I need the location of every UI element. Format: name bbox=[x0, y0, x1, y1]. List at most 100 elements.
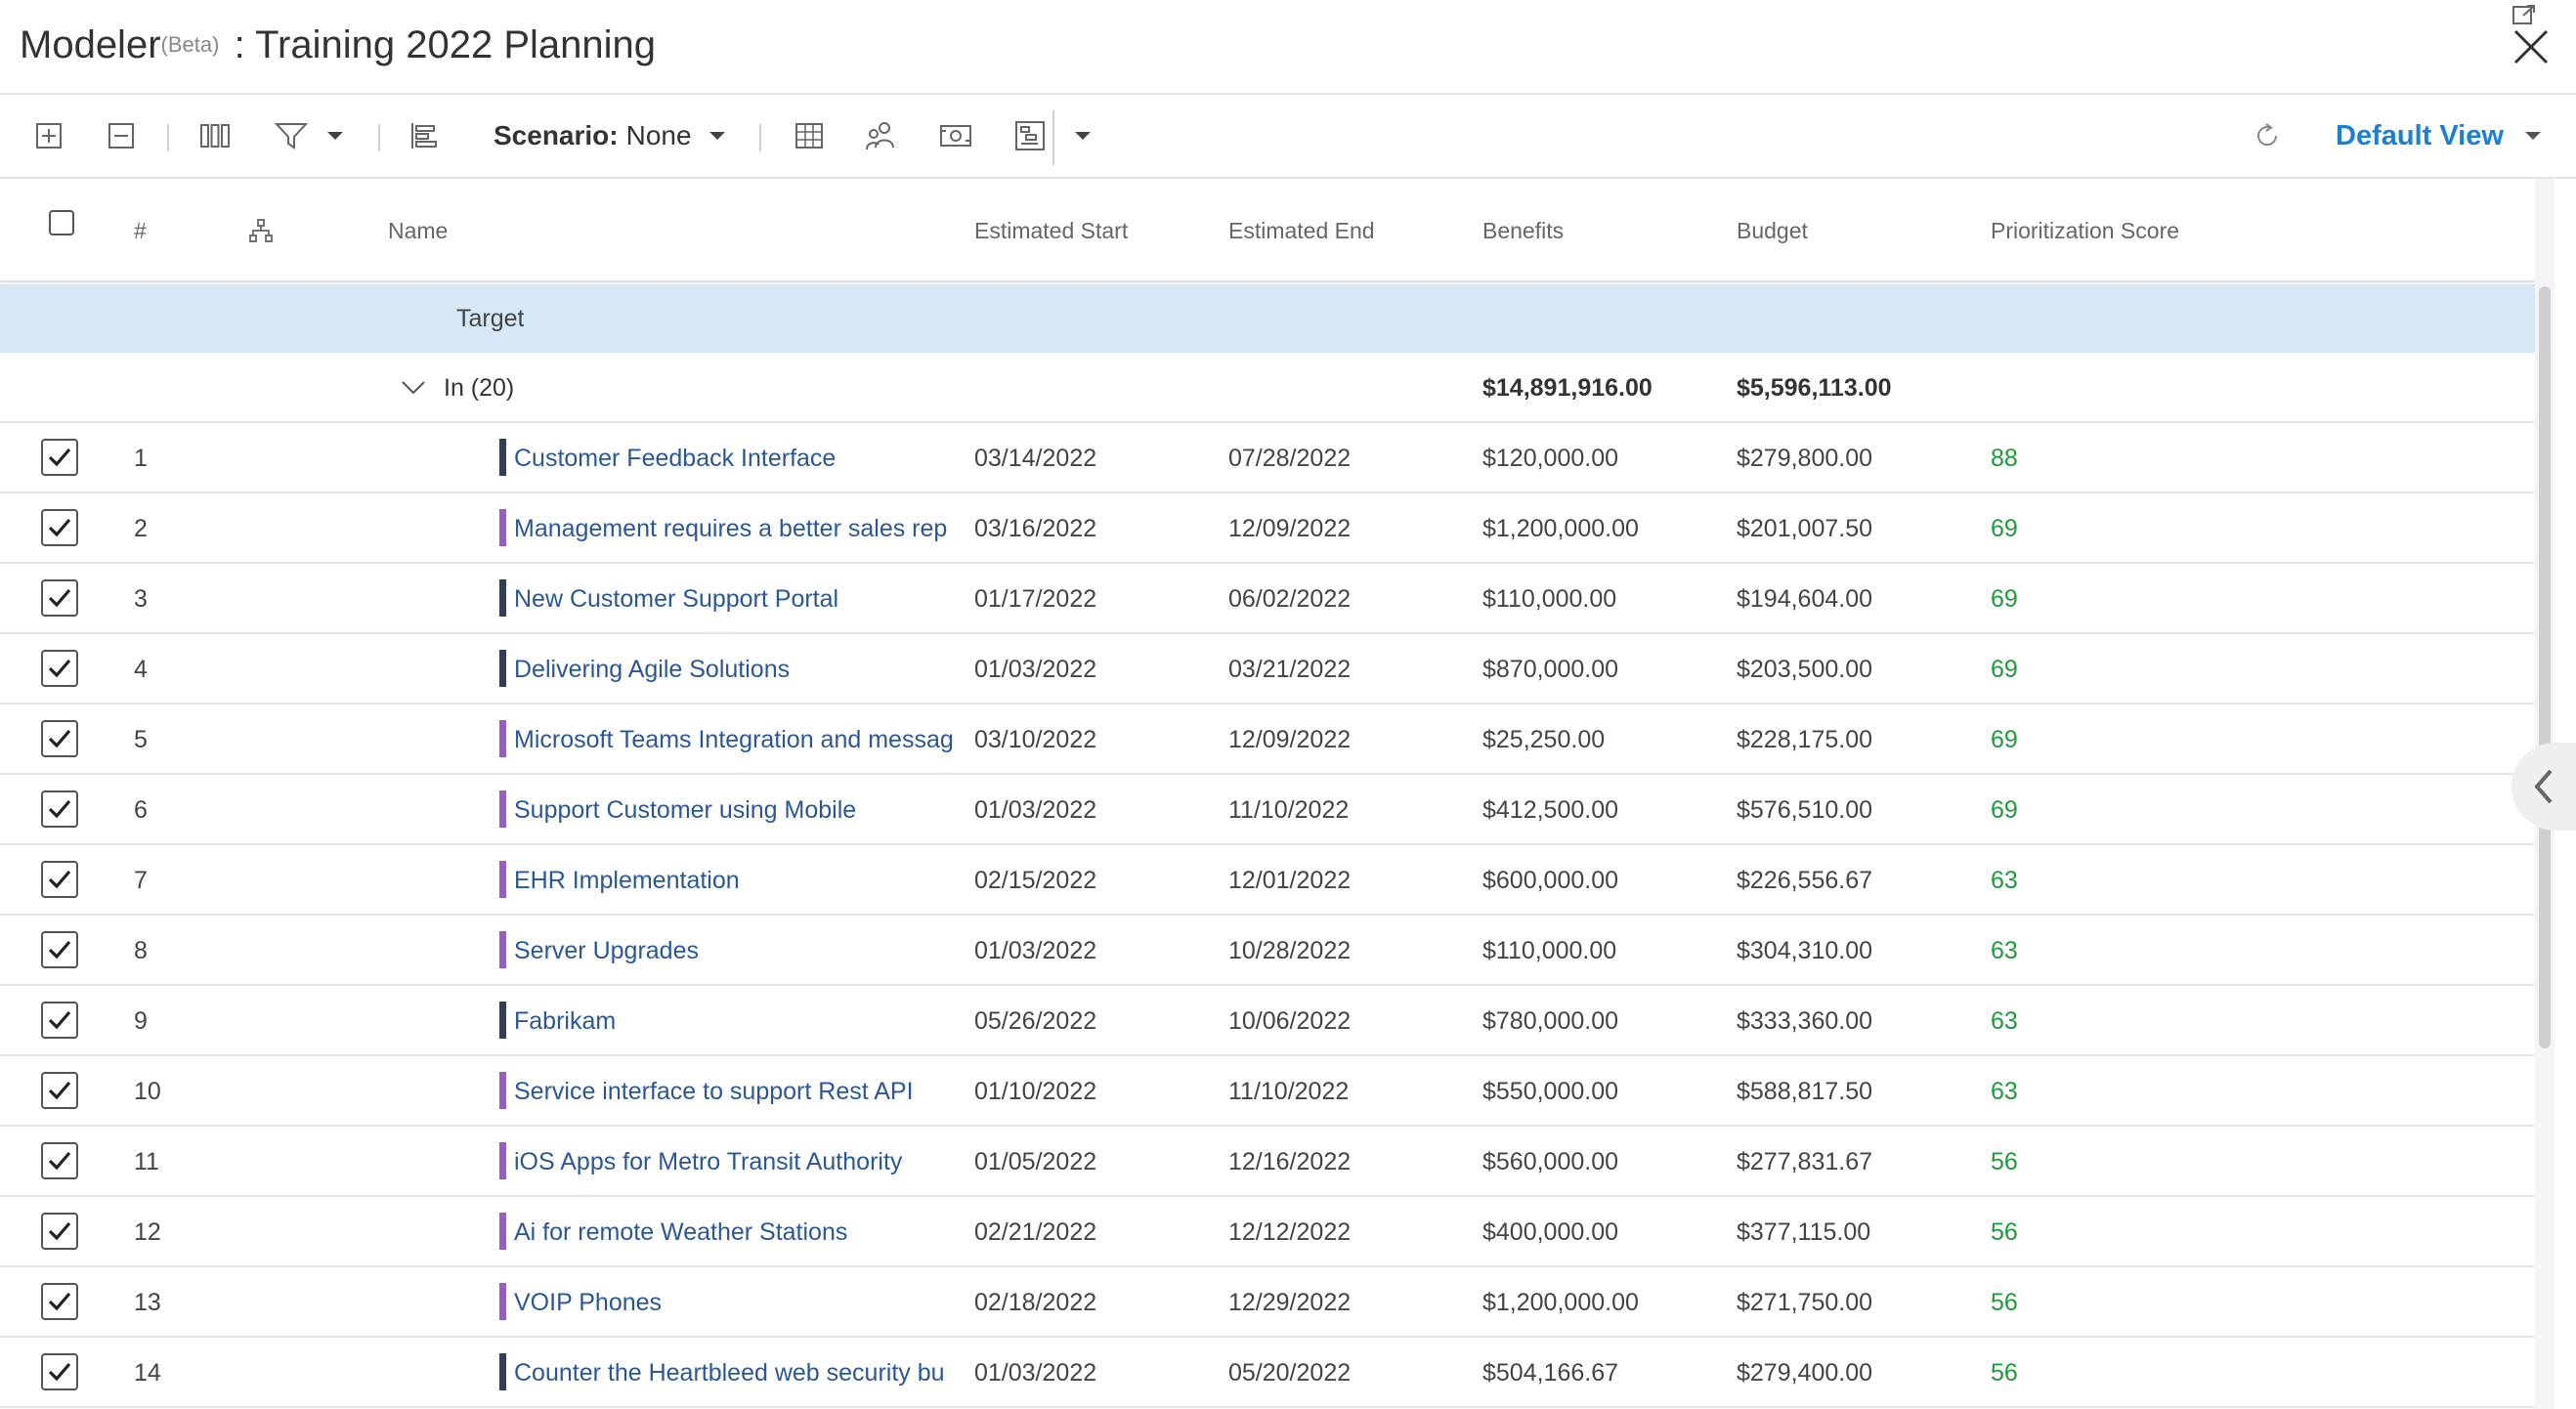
name-cell[interactable]: New Customer Support Portal bbox=[499, 564, 963, 634]
scenario-dropdown[interactable]: Scenario: None bbox=[494, 116, 727, 155]
name-cell[interactable]: Server Upgrades bbox=[499, 916, 963, 986]
select-all-checkbox[interactable] bbox=[49, 210, 74, 235]
chevron-left-icon bbox=[2534, 769, 2553, 804]
roadmap-button[interactable] bbox=[1010, 116, 1050, 155]
in-group-row[interactable]: In (20) $14,891,916.00 $5,596,113.00 bbox=[0, 353, 2541, 423]
column-header-benefits[interactable]: Benefits bbox=[1482, 218, 1564, 244]
project-name-link[interactable]: Counter the Heartbleed web security bu bbox=[514, 1338, 945, 1408]
row-checkbox[interactable] bbox=[41, 1002, 78, 1039]
collapse-all-button[interactable] bbox=[102, 116, 141, 155]
table-row[interactable]: 14 01/03/2022 05/20/2022 $504,166.67 $279,40… bbox=[0, 1338, 2541, 1408]
project-name-link[interactable]: Ai for remote Weather Stations bbox=[514, 1197, 847, 1267]
name-cell[interactable]: VOIP Phones bbox=[499, 1267, 963, 1338]
row-checkbox[interactable] bbox=[41, 509, 78, 546]
project-name-link[interactable]: VOIP Phones bbox=[514, 1267, 662, 1338]
name-cell[interactable]: EHR Implementation bbox=[499, 845, 963, 916]
estimated-start-cell: 01/03/2022 bbox=[974, 1359, 1097, 1387]
expand-all-button[interactable] bbox=[29, 116, 68, 155]
name-cell[interactable]: Fabrikam bbox=[499, 986, 963, 1056]
people-icon bbox=[866, 122, 894, 150]
row-checkbox[interactable] bbox=[41, 439, 78, 476]
financials-button[interactable] bbox=[936, 116, 975, 155]
project-name-link[interactable]: Management requires a better sales rep bbox=[514, 493, 947, 564]
project-name-link[interactable]: Customer Feedback Interface bbox=[514, 423, 836, 493]
project-name-link[interactable]: EHR Implementation bbox=[514, 845, 740, 916]
table-row[interactable]: 3 01/17/2022 06/02/2022 $110,000.00 $194,604… bbox=[0, 564, 2541, 634]
table-row[interactable]: 4 01/03/2022 03/21/2022 $870,000.00 $203,500… bbox=[0, 634, 2541, 704]
project-name-link[interactable]: New Customer Support Portal bbox=[514, 564, 838, 634]
column-header-budget[interactable]: Budget bbox=[1737, 218, 1808, 244]
name-cell[interactable]: Support Customer using Mobile bbox=[499, 775, 963, 845]
scrollbar-thumb[interactable] bbox=[2539, 286, 2551, 1048]
beta-badge: (Beta) bbox=[160, 32, 220, 57]
name-cell[interactable]: Ai for remote Weather Stations bbox=[499, 1197, 963, 1267]
project-name-link[interactable]: Support Customer using Mobile bbox=[514, 775, 856, 845]
name-cell[interactable]: Management requires a better sales rep bbox=[499, 493, 963, 564]
more-views-dropdown[interactable] bbox=[1069, 116, 1096, 155]
row-checkbox[interactable] bbox=[41, 650, 78, 687]
row-checkbox[interactable] bbox=[41, 1142, 78, 1179]
name-cell[interactable]: Counter the Heartbleed web security bu bbox=[499, 1338, 963, 1408]
name-cell[interactable]: iOS Apps for Metro Transit Authority bbox=[499, 1127, 963, 1197]
prioritization-score-cell: 56 bbox=[1991, 1359, 2018, 1387]
table-row[interactable]: 12 02/21/2022 12/12/2022 $400,000.00 $377,11… bbox=[0, 1197, 2541, 1267]
table-row[interactable]: 7 02/15/2022 12/01/2022 $600,000.00 $226,556… bbox=[0, 845, 2541, 916]
row-checkbox[interactable] bbox=[41, 861, 78, 898]
filter-button[interactable] bbox=[270, 116, 350, 155]
column-header-name[interactable]: Name bbox=[388, 218, 448, 244]
row-checkbox[interactable] bbox=[41, 579, 78, 617]
column-header-number[interactable]: # bbox=[134, 218, 147, 244]
benefits-cell: $110,000.00 bbox=[1482, 585, 1617, 613]
project-name-link[interactable]: Delivering Agile Solutions bbox=[514, 634, 790, 704]
row-checkbox[interactable] bbox=[41, 790, 78, 828]
app-name: Modeler bbox=[20, 23, 161, 66]
project-name-link[interactable]: Service interface to support Rest API bbox=[514, 1056, 914, 1127]
row-checkbox[interactable] bbox=[41, 720, 78, 757]
table-row[interactable]: 8 01/03/2022 10/28/2022 $110,000.00 $304,310… bbox=[0, 916, 2541, 986]
project-name-link[interactable]: Microsoft Teams Integration and messag bbox=[514, 704, 954, 775]
row-checkbox[interactable] bbox=[41, 1072, 78, 1109]
table-row[interactable]: 2 03/16/2022 12/09/2022 $1,200,000.00 $201,0… bbox=[0, 493, 2541, 564]
name-cell[interactable]: Service interface to support Rest API bbox=[499, 1056, 963, 1127]
columns-button[interactable] bbox=[193, 116, 236, 155]
row-checkbox[interactable] bbox=[41, 1213, 78, 1250]
benefits-cell: $1,200,000.00 bbox=[1482, 515, 1639, 542]
column-header-estimated-end[interactable]: Estimated End bbox=[1228, 218, 1375, 244]
resources-button[interactable] bbox=[862, 116, 901, 155]
grid-view-button[interactable] bbox=[790, 116, 829, 155]
row-number: 6 bbox=[134, 796, 148, 824]
budget-cell: $576,510.00 bbox=[1737, 796, 1873, 824]
estimated-start-cell: 01/03/2022 bbox=[974, 656, 1097, 683]
model-name: Training 2022 Planning bbox=[255, 23, 656, 66]
project-name-link[interactable]: Server Upgrades bbox=[514, 916, 699, 986]
table-row[interactable]: 1 03/14/2022 07/28/2022 $120,000.00 $279,800… bbox=[0, 423, 2541, 493]
table-row[interactable]: 10 01/10/2022 11/10/2022 $550,000.00 $588,81… bbox=[0, 1056, 2541, 1127]
row-checkbox[interactable] bbox=[41, 1283, 78, 1320]
row-number: 7 bbox=[134, 867, 148, 894]
hierarchy-column-header[interactable] bbox=[248, 218, 274, 249]
table-row[interactable]: 6 01/03/2022 11/10/2022 $412,500.00 $576,510… bbox=[0, 775, 2541, 845]
view-selector[interactable]: Default View bbox=[2336, 116, 2543, 155]
collapse-all-icon bbox=[108, 123, 134, 149]
table-row[interactable]: 11 01/05/2022 12/16/2022 $560,000.00 $277,83… bbox=[0, 1127, 2541, 1197]
name-cell[interactable]: Customer Feedback Interface bbox=[499, 423, 963, 493]
name-cell[interactable]: Delivering Agile Solutions bbox=[499, 634, 963, 704]
row-checkbox[interactable] bbox=[41, 931, 78, 968]
project-name-link[interactable]: iOS Apps for Metro Transit Authority bbox=[514, 1127, 902, 1197]
column-header-estimated-start[interactable]: Estimated Start bbox=[974, 218, 1128, 244]
close-button[interactable] bbox=[2510, 25, 2553, 68]
expand-icon[interactable] bbox=[2512, 4, 2537, 25]
table-row[interactable]: 13 02/18/2022 12/29/2022 $1,200,000.00 $271,… bbox=[0, 1267, 2541, 1338]
in-group-toggle[interactable] bbox=[401, 353, 426, 423]
row-checkbox[interactable] bbox=[41, 1353, 78, 1390]
column-header-prioritization-score[interactable]: Prioritization Score bbox=[1991, 218, 2179, 244]
sort-button[interactable] bbox=[405, 116, 444, 155]
budget-cell: $194,604.00 bbox=[1737, 585, 1873, 613]
table-row[interactable]: 5 03/10/2022 12/09/2022 $25,250.00 $228,175.… bbox=[0, 704, 2541, 775]
target-group-row[interactable]: Target bbox=[0, 284, 2541, 353]
table-row[interactable]: 9 05/26/2022 10/06/2022 $780,000.00 $333,360… bbox=[0, 986, 2541, 1056]
budget-cell: $271,750.00 bbox=[1737, 1289, 1873, 1316]
name-cell[interactable]: Microsoft Teams Integration and messag bbox=[499, 704, 963, 775]
project-name-link[interactable]: Fabrikam bbox=[514, 986, 616, 1056]
refresh-button[interactable] bbox=[2248, 116, 2287, 155]
